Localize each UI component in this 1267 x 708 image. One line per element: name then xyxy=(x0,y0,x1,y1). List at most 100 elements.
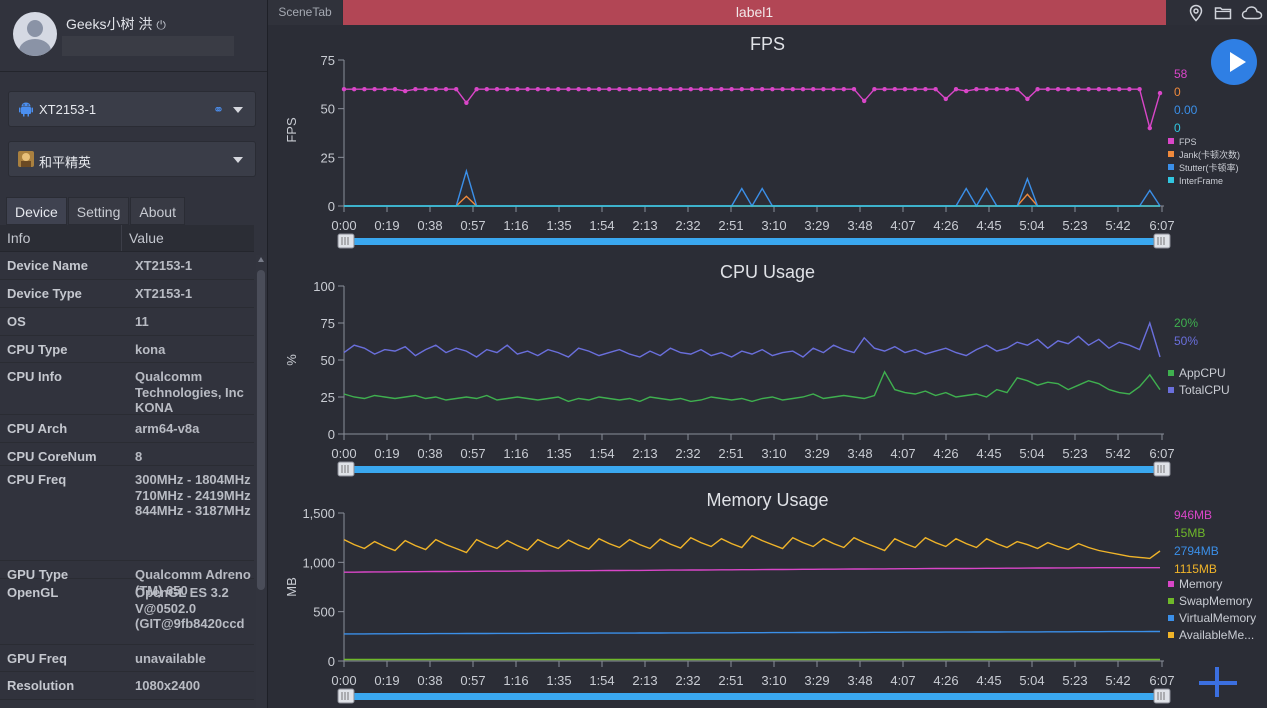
data-point xyxy=(974,87,979,92)
power-icon[interactable]: ⏻ xyxy=(156,18,166,32)
data-point xyxy=(892,87,897,92)
data-point xyxy=(464,100,469,106)
range-slider-handle[interactable] xyxy=(337,461,355,477)
range-slider-handle[interactable] xyxy=(337,688,355,704)
app-select[interactable]: 和平精英 xyxy=(8,141,256,177)
y-tick-label: 0 xyxy=(328,654,335,669)
x-tick-label: 2:13 xyxy=(632,218,657,233)
table-row[interactable]: CPU Freq 300MHz - 1804MHz 710MHz - 2419MH… xyxy=(0,466,254,561)
x-tick-label: 6:07 xyxy=(1149,446,1174,461)
data-point xyxy=(902,87,908,92)
column-header-value[interactable]: Value xyxy=(122,225,164,251)
legend-label: SwapMemory xyxy=(1179,594,1252,608)
current-value: 1115MB xyxy=(1174,562,1217,576)
range-slider-handle[interactable] xyxy=(337,233,355,249)
x-tick-label: 0:57 xyxy=(460,446,485,461)
table-row[interactable]: CPU Info Qualcomm Technologies, Inc KONA xyxy=(0,363,254,415)
table-row[interactable]: GPU Freq unavailable xyxy=(0,645,254,672)
data-point xyxy=(770,87,775,92)
data-point xyxy=(1035,87,1040,92)
current-value: 0 xyxy=(1174,85,1181,99)
tab-about[interactable]: About xyxy=(130,197,185,225)
data-point xyxy=(556,87,561,92)
tab-setting[interactable]: Setting xyxy=(67,197,130,225)
scene-tab[interactable]: SceneTab xyxy=(268,0,342,25)
data-point xyxy=(372,87,377,92)
x-tick-label: 1:35 xyxy=(546,673,571,688)
series-line-0 xyxy=(344,567,1160,573)
data-point xyxy=(586,87,591,92)
column-header-info[interactable]: Info xyxy=(0,225,122,251)
label-tab[interactable]: label1 xyxy=(343,0,1166,25)
table-row[interactable]: Resolution 1080x2400 xyxy=(0,672,254,700)
cloud-icon[interactable] xyxy=(1241,4,1263,22)
play-button[interactable] xyxy=(1211,39,1257,85)
x-tick-label: 2:51 xyxy=(718,673,743,688)
folder-icon[interactable] xyxy=(1214,4,1232,22)
info-value: 1080x2400 xyxy=(135,678,201,693)
scrollbar-thumb[interactable] xyxy=(257,270,265,590)
table-row[interactable]: OS 11 xyxy=(0,308,254,336)
data-point xyxy=(576,87,581,92)
data-point xyxy=(678,87,683,92)
x-tick-label: 0:19 xyxy=(374,218,399,233)
play-icon xyxy=(1230,52,1246,72)
table-row[interactable]: CPU Arch arm64-v8a xyxy=(0,415,254,443)
x-tick-label: 4:45 xyxy=(976,446,1001,461)
table-row[interactable]: CPU CoreNum 8 xyxy=(0,443,254,466)
scroll-up-icon[interactable] xyxy=(258,257,264,262)
table-row[interactable]: Device Name XT2153-1 xyxy=(0,252,254,280)
data-point xyxy=(1117,87,1122,92)
device-select[interactable]: XT2153-1 ⚭ xyxy=(8,91,256,127)
y-tick-label: 75 xyxy=(321,316,335,331)
data-point xyxy=(627,87,632,92)
series-line-0 xyxy=(344,88,1161,131)
data-point xyxy=(1127,87,1132,92)
legend-label: Jank(卡顿次数) xyxy=(1179,149,1240,160)
data-point xyxy=(688,87,693,92)
range-slider-handle[interactable] xyxy=(1153,233,1171,249)
connect-icon[interactable]: ⚭ xyxy=(213,102,224,118)
table-row[interactable]: Screen Size6.64 in xyxy=(0,700,254,708)
data-point xyxy=(841,87,846,92)
info-value: unavailable xyxy=(135,651,206,666)
info-key: Screen Size xyxy=(0,700,128,708)
x-tick-label: 3:48 xyxy=(847,673,872,688)
table-row[interactable]: GPU Type Qualcomm Adreno (TM) 650 xyxy=(0,561,254,598)
table-row[interactable]: CPU Type kona xyxy=(0,336,254,363)
range-slider-handle[interactable] xyxy=(1153,461,1171,477)
x-tick-label: 0:19 xyxy=(374,673,399,688)
chevron-down-icon[interactable] xyxy=(233,107,243,113)
series-line-2 xyxy=(344,630,1160,635)
data-point xyxy=(851,87,857,92)
x-tick-label: 1:54 xyxy=(589,673,614,688)
data-point xyxy=(1086,87,1091,92)
current-value: 0 xyxy=(1174,121,1181,135)
legend-swatch xyxy=(1168,164,1174,170)
avatar[interactable] xyxy=(13,12,57,56)
info-key: OpenGL xyxy=(7,585,59,600)
data-point xyxy=(352,87,357,92)
table-row[interactable]: OpenGL OpenGL ES 3.2 V@0502.0 (GIT@9fb842… xyxy=(0,579,254,645)
data-point xyxy=(1015,87,1020,92)
x-tick-label: 3:29 xyxy=(804,446,829,461)
range-slider-handle[interactable] xyxy=(1153,688,1171,704)
x-tick-label: 5:04 xyxy=(1019,673,1044,688)
y-tick-label: 100 xyxy=(313,279,335,294)
scrollbar[interactable] xyxy=(256,255,266,708)
info-key: CPU Info xyxy=(7,369,62,384)
x-tick-label: 1:16 xyxy=(503,446,528,461)
table-row[interactable]: Device Type XT2153-1 xyxy=(0,280,254,308)
chevron-down-icon[interactable] xyxy=(233,157,243,163)
location-icon[interactable] xyxy=(1187,4,1205,22)
tab-device[interactable]: Device xyxy=(6,197,67,225)
legend-label: TotalCPU xyxy=(1179,383,1230,397)
data-point xyxy=(515,87,520,92)
x-tick-label: 0:38 xyxy=(417,673,442,688)
data-point xyxy=(474,87,479,92)
data-point xyxy=(923,87,928,92)
table-header: Info Value xyxy=(0,225,254,252)
y-tick-label: 0 xyxy=(328,427,335,442)
y-tick-label: 75 xyxy=(321,53,335,68)
data-point xyxy=(637,87,642,92)
